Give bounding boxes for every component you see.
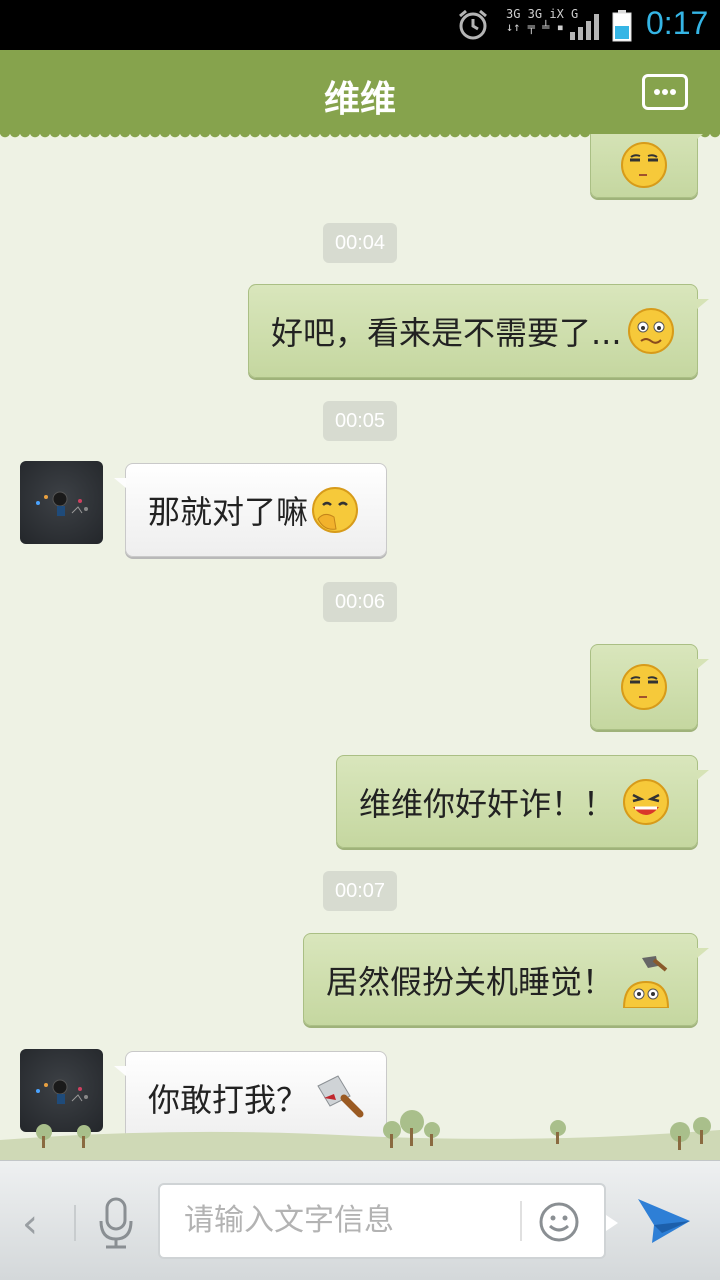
message-text: 维维你好奸诈！！	[359, 784, 616, 823]
message-input-bar: ‹ 请输入文字信息	[0, 1160, 720, 1280]
message-list[interactable]: 00:04 好吧，看来是不需要了... 00:05 那就对了嘛 00:06 维维…	[0, 134, 720, 1160]
smiley-icon[interactable]	[538, 1201, 580, 1243]
timestamp: 00:05	[323, 401, 397, 441]
input-separator	[520, 1201, 522, 1241]
message-bubble-sent[interactable]: 维维你好奸诈！！	[336, 755, 709, 848]
giggle-face-emoji	[312, 487, 359, 533]
send-arrow-icon[interactable]	[636, 1195, 692, 1247]
clock-time: 0:17	[646, 5, 709, 41]
message-text: 居然假扮关机睡觉！	[326, 962, 615, 1001]
more-dots-icon	[654, 89, 660, 95]
message-bubble-sent[interactable]: 居然假扮关机睡觉！	[303, 933, 709, 1026]
message-bubble-sent[interactable]	[590, 644, 709, 730]
smug-face-emoji	[621, 142, 667, 188]
landscape-decoration	[0, 1110, 720, 1160]
timestamp: 00:07	[323, 871, 397, 911]
chevron-left-icon[interactable]: ‹	[22, 1201, 38, 1247]
divider	[74, 1205, 76, 1241]
network-indicator: 3G 3G iX G ↓↑ ╤ ╧ ▪	[506, 8, 578, 34]
contact-avatar[interactable]	[20, 461, 103, 544]
network-bottom-label: ↓↑ ╤ ╧ ▪	[506, 20, 564, 34]
signal-icon	[570, 14, 599, 40]
message-bubble-sent[interactable]	[590, 134, 709, 198]
hammer-hit-face-emoji	[623, 955, 670, 1008]
laughing-face-emoji	[623, 778, 670, 825]
worried-face-emoji	[627, 308, 674, 354]
message-text: 好吧，看来是不需要了...	[271, 314, 622, 352]
status-bar: 3G 3G iX G ↓↑ ╤ ╧ ▪ 0:17	[0, 0, 720, 50]
smug-face-emoji	[621, 664, 667, 710]
battery-icon	[612, 10, 632, 42]
message-bubble-sent[interactable]: 好吧，看来是不需要了...	[248, 284, 709, 378]
chat-header: 维维	[0, 50, 720, 140]
timestamp: 00:04	[323, 223, 397, 263]
message-text: 那就对了嘛	[148, 493, 309, 531]
timestamp: 00:06	[323, 582, 397, 622]
alarm-icon	[459, 9, 487, 40]
message-bubble-received[interactable]: 那就对了嘛	[114, 463, 387, 557]
microphone-icon[interactable]	[96, 1195, 136, 1251]
avatar-image	[36, 491, 88, 516]
more-options-button[interactable]	[642, 74, 688, 110]
contact-name: 维维	[323, 78, 396, 119]
